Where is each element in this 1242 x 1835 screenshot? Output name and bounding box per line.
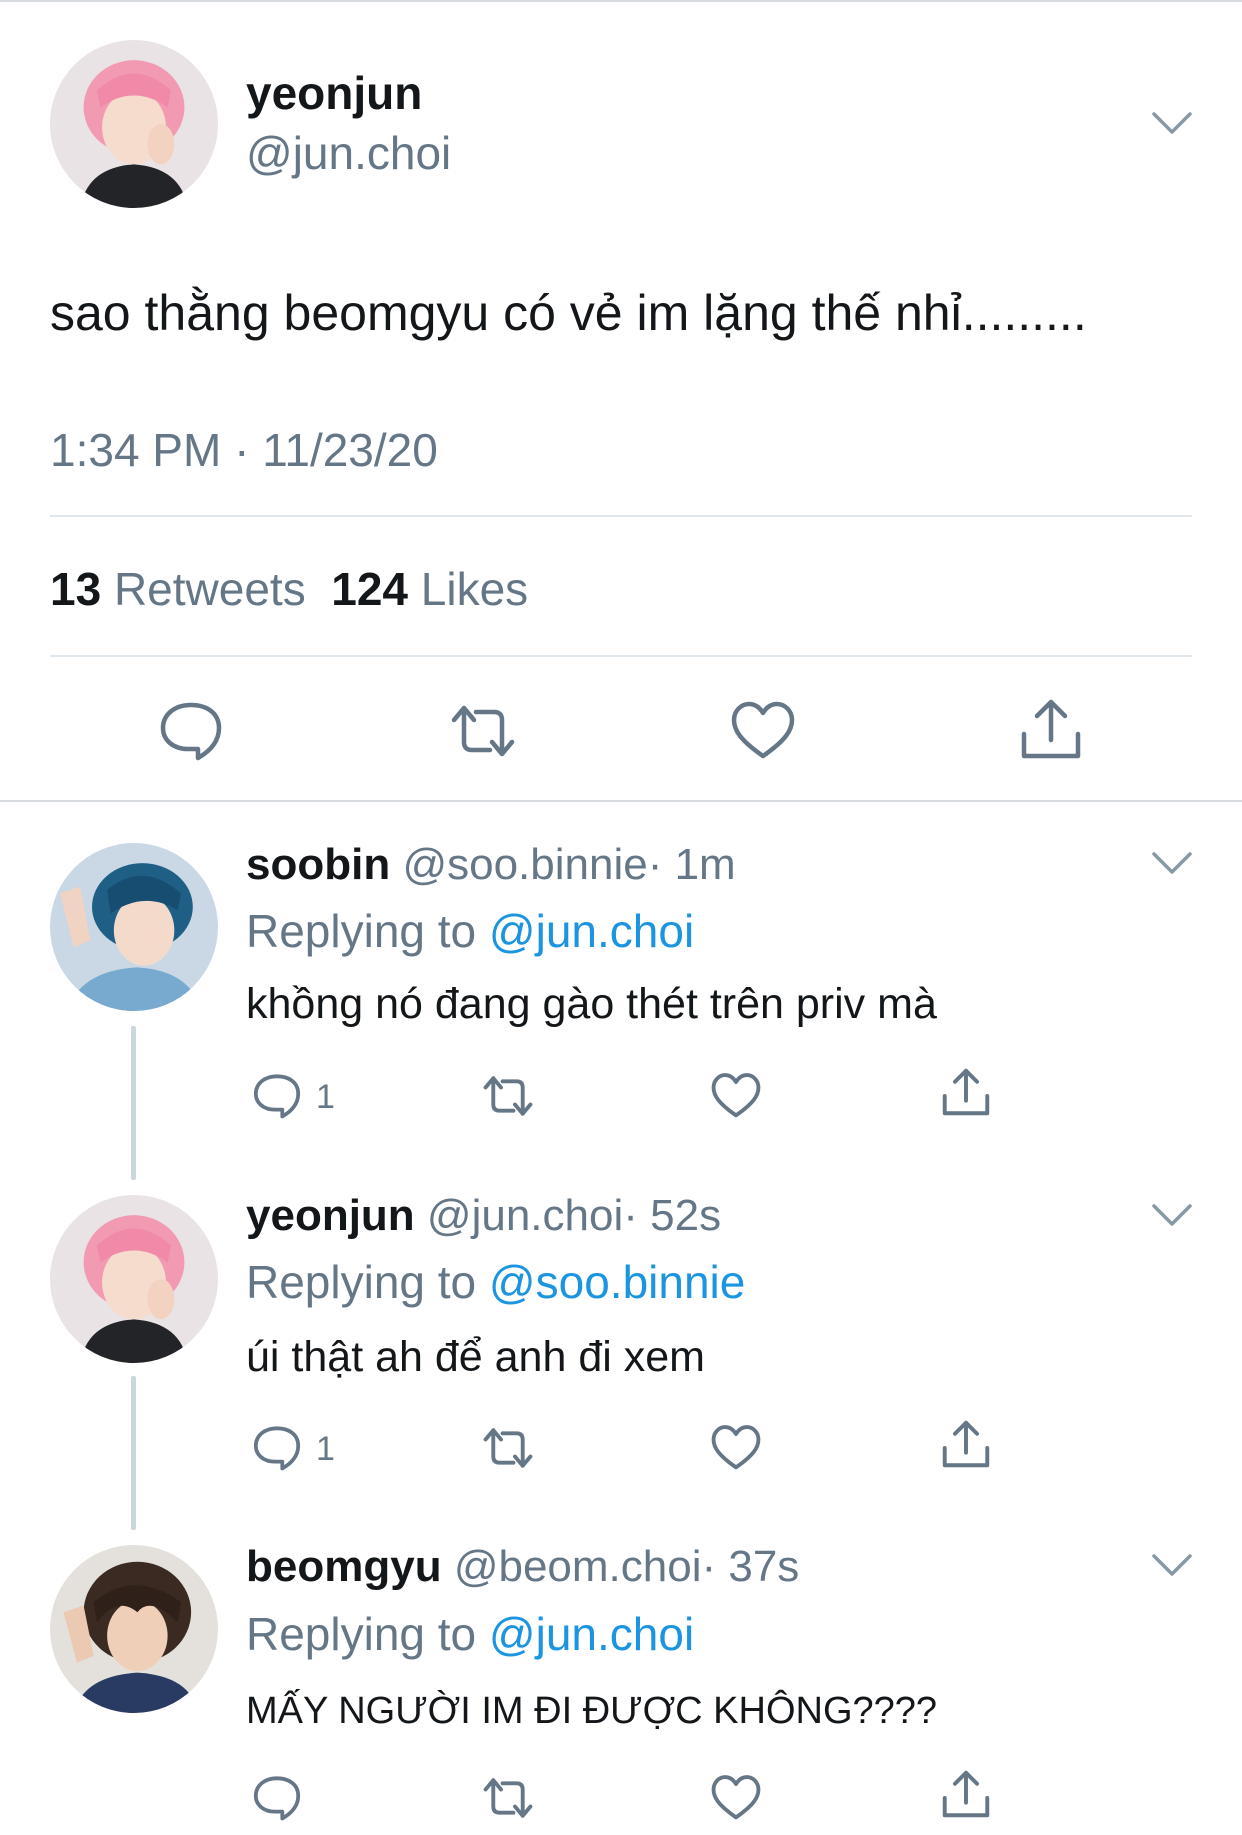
- share-button[interactable]: [940, 1418, 992, 1470]
- replying-to-link[interactable]: @jun.choi: [489, 1608, 694, 1660]
- replying-to: Replying to @jun.choi: [246, 1607, 694, 1661]
- reply-text: MẤY NGƯỜI IM ĐI ĐƯỢC KHÔNG????: [246, 1690, 938, 1732]
- author-display-name[interactable]: yeonjun: [246, 66, 422, 120]
- replying-to: Replying to @soo.binnie: [246, 1255, 745, 1309]
- thread-line: [131, 1376, 136, 1530]
- share-button[interactable]: [940, 1066, 992, 1118]
- share-icon: [942, 1068, 990, 1116]
- avatar-beomgyu[interactable]: [50, 1545, 218, 1713]
- likes-count: 124: [331, 563, 409, 615]
- reply-time[interactable]: · 52s: [623, 1191, 721, 1240]
- reply-time[interactable]: · 37s: [701, 1542, 799, 1591]
- retweet-icon: [451, 705, 515, 757]
- replying-prefix: Replying to: [246, 1256, 477, 1308]
- retweet-button[interactable]: [480, 1072, 536, 1120]
- reply-handle[interactable]: @jun.choi: [427, 1191, 623, 1240]
- reply-time[interactable]: · 1m: [648, 840, 736, 889]
- like-button[interactable]: [710, 1774, 762, 1822]
- avatar-yeonjun[interactable]: [50, 1195, 218, 1363]
- retweets-label: Retweets: [113, 563, 306, 615]
- heart-icon: [711, 1775, 761, 1820]
- retweet-button[interactable]: [480, 1774, 536, 1822]
- reply-icon: [253, 1776, 301, 1821]
- reply-text: úi thật ah để anh đi xem: [246, 1333, 705, 1381]
- like-button[interactable]: [730, 700, 796, 762]
- avatar-yeonjun[interactable]: [50, 40, 218, 208]
- reply-display-name[interactable]: beomgyu: [246, 1542, 442, 1591]
- retweets-stat[interactable]: 13 Retweets: [50, 563, 306, 615]
- reply-icon: [253, 1074, 301, 1119]
- heart-icon: [731, 701, 795, 759]
- tweet-text: sao thằng beomgyu có vẻ im lặng thế nhỉ.…: [50, 285, 1087, 341]
- reply-header: yeonjun @jun.choi· 52s: [246, 1191, 721, 1241]
- retweet-button[interactable]: [480, 1424, 536, 1472]
- retweets-count: 13: [50, 563, 102, 615]
- likes-stat[interactable]: 124 Likes: [331, 563, 528, 615]
- chevron-down-icon[interactable]: [1150, 1550, 1194, 1580]
- share-button[interactable]: [940, 1768, 992, 1820]
- tweet-stats: 13 Retweets 124 Likes: [50, 562, 528, 616]
- reply-count: 1: [316, 1078, 335, 1116]
- reply-icon: [253, 1426, 301, 1471]
- divider: [50, 655, 1192, 657]
- chevron-down-icon[interactable]: [1150, 848, 1194, 878]
- reply-button[interactable]: [158, 700, 224, 762]
- retweet-button[interactable]: [448, 700, 518, 762]
- divider: [50, 515, 1192, 517]
- heart-icon: [711, 1073, 761, 1118]
- share-icon: [942, 1420, 990, 1468]
- retweet-icon: [483, 1428, 533, 1468]
- share-icon: [942, 1770, 990, 1818]
- thread-line: [131, 1026, 136, 1180]
- avatar-soobin[interactable]: [50, 843, 218, 1011]
- likes-label: Likes: [420, 563, 529, 615]
- author-handle[interactable]: @jun.choi: [246, 126, 451, 180]
- heart-icon: [711, 1425, 761, 1470]
- section-divider: [0, 800, 1242, 802]
- reply-button[interactable]: [252, 1424, 302, 1472]
- replying-to-link[interactable]: @jun.choi: [489, 905, 694, 957]
- reply-icon: [160, 702, 222, 761]
- replying-to: Replying to @jun.choi: [246, 904, 694, 958]
- retweet-icon: [483, 1778, 533, 1818]
- chevron-down-icon[interactable]: [1150, 108, 1194, 138]
- tweet-timestamp[interactable]: 1:34 PM · 11/23/20: [50, 423, 438, 477]
- reply-button[interactable]: [252, 1774, 302, 1822]
- chevron-down-icon[interactable]: [1150, 1200, 1194, 1230]
- reply-button[interactable]: [252, 1072, 302, 1120]
- share-button[interactable]: [1018, 696, 1084, 762]
- reply-header: beomgyu @beom.choi· 37s: [246, 1542, 799, 1592]
- top-border: [0, 0, 1242, 2]
- replying-to-link[interactable]: @soo.binnie: [489, 1256, 745, 1308]
- replying-prefix: Replying to: [246, 905, 477, 957]
- reply-display-name[interactable]: yeonjun: [246, 1191, 415, 1240]
- like-button[interactable]: [710, 1072, 762, 1120]
- reply-display-name[interactable]: soobin: [246, 840, 390, 889]
- retweet-icon: [483, 1076, 533, 1116]
- reply-handle[interactable]: @beom.choi: [454, 1542, 702, 1591]
- replying-prefix: Replying to: [246, 1608, 477, 1660]
- reply-count: 1: [316, 1430, 335, 1468]
- share-icon: [1021, 699, 1081, 759]
- like-button[interactable]: [710, 1424, 762, 1472]
- reply-text: khồng nó đang gào thét trên priv mà: [246, 980, 937, 1028]
- reply-header: soobin @soo.binnie· 1m: [246, 840, 736, 890]
- reply-handle[interactable]: @soo.binnie: [402, 840, 647, 889]
